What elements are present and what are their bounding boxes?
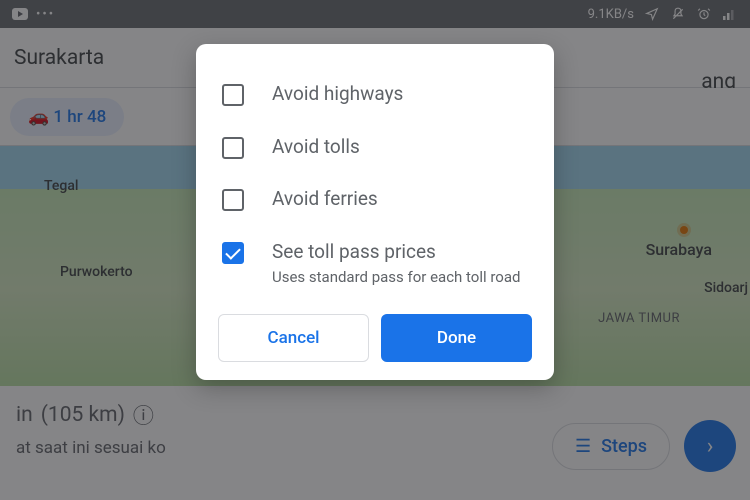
option-avoid-ferries[interactable]: Avoid ferries	[218, 173, 532, 226]
cancel-button[interactable]: Cancel	[218, 314, 369, 362]
sublabel-toll-prices: Uses standard pass for each toll road	[272, 268, 520, 286]
route-options-dialog: Avoid highways Avoid tolls Avoid ferries…	[196, 44, 554, 380]
option-toll-prices[interactable]: See toll pass prices Uses standard pass …	[218, 226, 532, 300]
label-avoid-ferries: Avoid ferries	[272, 187, 378, 212]
checkbox-toll-prices[interactable]	[222, 242, 244, 264]
option-avoid-tolls[interactable]: Avoid tolls	[218, 121, 532, 174]
option-avoid-highways[interactable]: Avoid highways	[218, 68, 532, 121]
label-toll-prices: See toll pass prices	[272, 240, 520, 265]
checkbox-avoid-tolls[interactable]	[222, 137, 244, 159]
label-avoid-tolls: Avoid tolls	[272, 135, 360, 160]
label-avoid-highways: Avoid highways	[272, 82, 403, 107]
checkbox-avoid-ferries[interactable]	[222, 189, 244, 211]
done-button[interactable]: Done	[381, 314, 532, 362]
checkbox-avoid-highways[interactable]	[222, 84, 244, 106]
